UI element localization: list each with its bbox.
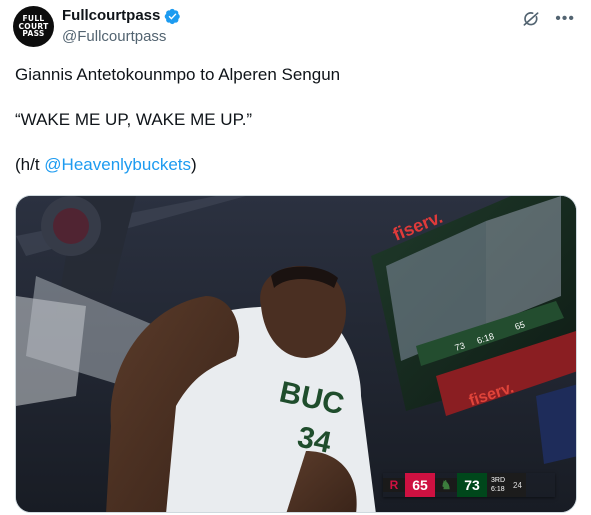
verified-badge-icon [165,8,181,24]
bucks-logo-icon: ♞ [435,478,457,492]
video-frame: 73 6:18 65 fiserv. fiserv. BUC 34 [16,196,576,512]
rockets-logo-icon: R [383,478,405,492]
away-team: ♞ 73 [435,473,487,497]
avatar[interactable]: FULL COURT PASS [13,6,54,47]
clock: 6:18 [491,486,505,493]
more-icon[interactable]: ••• [555,11,575,27]
game-clock: 3RD 6:18 [487,473,510,497]
top-actions: ••• [521,9,575,29]
scorebug: R 65 ♞ 73 3RD 6:18 24 [383,473,555,497]
away-score: 73 [457,473,487,497]
shot-clock: 24 [509,473,526,497]
author-name-row[interactable]: Fullcourtpass [62,7,181,25]
home-score: 65 [405,473,435,497]
author-handle[interactable]: @Fullcourtpass [62,28,166,46]
tweet-text: Giannis Antetokounmpo to Alperen Sengun … [15,64,575,176]
tweet-line-3: (h/t @Heavenlybuckets) [15,154,575,176]
tweet-line-1: Giannis Antetokounmpo to Alperen Sengun [15,65,341,84]
mention-link[interactable]: @Heavenlybuckets [44,155,191,174]
hat-tip-prefix: (h/t [15,155,45,174]
tweet-media[interactable]: 73 6:18 65 fiserv. fiserv. BUC 34 R 65 ♞… [15,195,577,513]
period: 3RD [491,477,506,484]
hat-tip-suffix: ) [191,155,197,174]
tweet-line-2: “WAKE ME UP, WAKE ME UP.” [15,110,253,129]
grok-icon[interactable] [521,9,541,29]
author-display-name[interactable]: Fullcourtpass [62,7,160,25]
home-team: R 65 [383,473,435,497]
avatar-text-3: PASS [22,29,45,39]
